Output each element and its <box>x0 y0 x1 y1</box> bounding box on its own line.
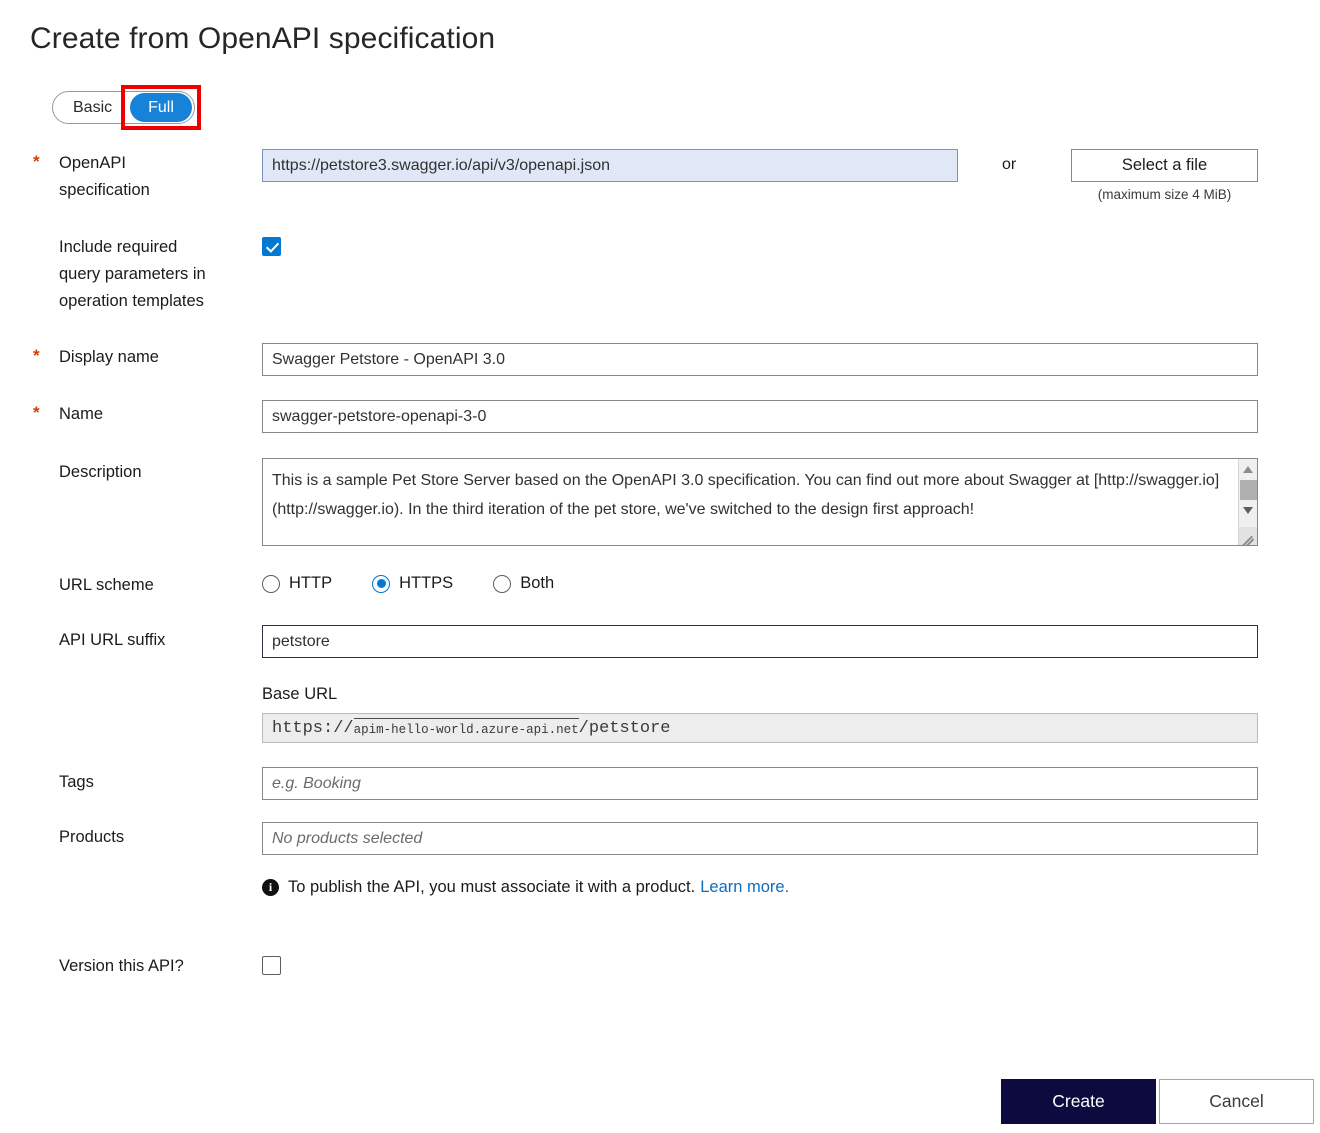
description-textarea[interactable]: This is a sample Pet Store Server based … <box>262 458 1258 546</box>
include-required-query-parameters-checkbox[interactable] <box>262 237 281 256</box>
learn-more-link[interactable]: Learn more. <box>700 878 789 897</box>
resize-grip-icon[interactable] <box>1239 527 1257 545</box>
description-scrollbar[interactable] <box>1238 459 1257 545</box>
label-include-line3: operation templates <box>59 292 204 310</box>
info-icon: i <box>262 879 279 896</box>
radio-url-scheme-https[interactable]: HTTPS <box>372 574 453 593</box>
version-this-api-checkbox[interactable] <box>262 956 281 975</box>
label-api-url-suffix: API URL suffix <box>59 631 166 649</box>
create-button[interactable]: Create <box>1001 1079 1156 1124</box>
radio-circle-https-icon[interactable] <box>372 574 391 593</box>
toggle-option-basic[interactable]: Basic <box>55 93 130 122</box>
cancel-button[interactable]: Cancel <box>1159 1079 1314 1124</box>
label-tags: Tags <box>59 773 94 791</box>
base-url-host: apim-hello-world.azure-api.net <box>353 718 579 741</box>
label-version-this-api: Version this API? <box>59 957 184 975</box>
description-text[interactable]: This is a sample Pet Store Server based … <box>263 459 1238 545</box>
mode-toggle[interactable]: Basic Full <box>52 91 195 124</box>
radio-label-http: HTTP <box>289 574 333 592</box>
required-asterisk-name: * <box>33 403 40 422</box>
label-base-url: Base URL <box>262 685 338 703</box>
tags-input[interactable] <box>262 767 1258 800</box>
base-url-separator: / <box>578 718 589 738</box>
api-url-suffix-input[interactable] <box>262 625 1258 658</box>
product-info-message: i To publish the API, you must associate… <box>262 878 789 897</box>
openapi-specification-input[interactable] <box>262 149 958 182</box>
file-size-note: (maximum size 4 MiB) <box>1097 187 1232 202</box>
label-url-scheme: URL scheme <box>59 576 154 594</box>
scroll-down-arrow-icon[interactable] <box>1243 507 1253 514</box>
or-separator-label: or <box>1002 156 1017 173</box>
required-asterisk-openapi-spec: * <box>33 152 40 171</box>
base-url-scheme: https:// <box>272 718 354 738</box>
label-include-line1: Include required <box>59 238 178 256</box>
name-input[interactable] <box>262 400 1258 433</box>
label-include-line2: query parameters in <box>59 265 206 283</box>
label-openapi-specification: OpenAPI specification <box>59 150 254 204</box>
label-products: Products <box>59 828 125 846</box>
radio-label-https: HTTPS <box>399 574 454 592</box>
radio-label-both: Both <box>520 574 555 592</box>
scrollbar-thumb[interactable] <box>1240 480 1257 500</box>
products-input[interactable] <box>262 822 1258 855</box>
radio-circle-both-icon[interactable] <box>493 574 512 593</box>
label-include-required-query-parameters: Include required query parameters in ope… <box>59 234 254 315</box>
label-display-name: Display name <box>59 348 159 366</box>
radio-url-scheme-http[interactable]: HTTP <box>262 574 332 593</box>
label-openapi-line2: specification <box>59 181 150 199</box>
base-url-readonly-field: https://apim-hello-world.azure-api.net / p… <box>262 713 1258 743</box>
url-scheme-radio-group[interactable]: HTTP HTTPS Both <box>262 574 594 593</box>
product-info-text: To publish the API, you must associate i… <box>288 878 696 896</box>
toggle-option-full[interactable]: Full <box>130 93 192 122</box>
scroll-up-arrow-icon[interactable] <box>1243 466 1253 473</box>
required-asterisk-display-name: * <box>33 346 40 365</box>
base-url-suffix: petstore <box>588 718 671 738</box>
radio-url-scheme-both[interactable]: Both <box>493 574 554 593</box>
radio-circle-http-icon[interactable] <box>262 574 280 593</box>
label-description: Description <box>59 463 142 481</box>
page-title: Create from OpenAPI specification <box>30 22 496 55</box>
select-a-file-button[interactable]: Select a file <box>1071 149 1258 182</box>
display-name-input[interactable] <box>262 343 1258 376</box>
label-openapi-line1: OpenAPI <box>59 154 126 172</box>
label-name: Name <box>59 405 104 423</box>
